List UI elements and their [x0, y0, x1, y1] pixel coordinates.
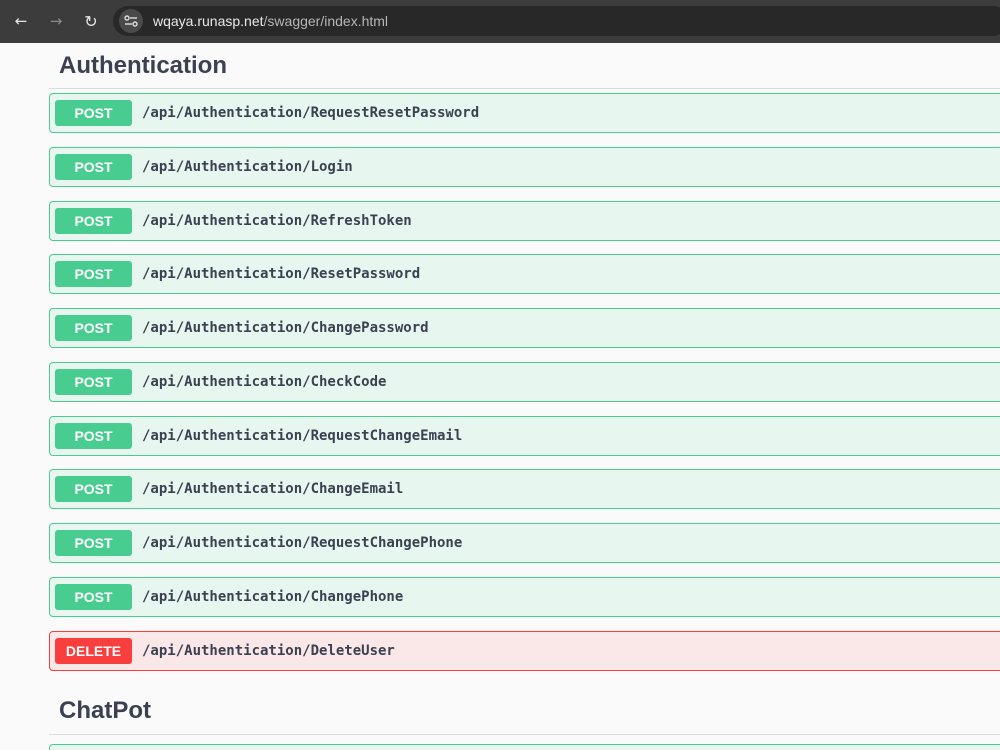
- method-badge: POST: [55, 100, 132, 126]
- method-badge: POST: [55, 423, 132, 449]
- opblock-post-request-change-phone[interactable]: POST /api/Authentication/RequestChangePh…: [49, 523, 1000, 563]
- url-path: /swagger/index.html: [263, 13, 389, 29]
- opblock-delete-delete-user[interactable]: DELETE /api/Authentication/DeleteUser: [49, 631, 1000, 671]
- back-button[interactable]: ←: [9, 9, 33, 33]
- operation-path: /api/Authentication/ResetPassword: [142, 266, 421, 282]
- opblock-post-reset-password[interactable]: POST /api/Authentication/ResetPassword: [49, 254, 1000, 294]
- operation-path: /api/Authentication/RequestResetPassword: [142, 105, 480, 121]
- reload-button[interactable]: ↻: [79, 9, 103, 33]
- opblock-post-change-email[interactable]: POST /api/Authentication/ChangeEmail: [49, 469, 1000, 509]
- opblock-post-check-code[interactable]: POST /api/Authentication/CheckCode: [49, 362, 1000, 402]
- tag-section-chatpot[interactable]: ChatPot: [49, 689, 1000, 735]
- forward-button[interactable]: →: [44, 9, 68, 33]
- operation-path: /api/Authentication/ChangePhone: [142, 589, 404, 605]
- operation-path: /api/Authentication/ChangeEmail: [142, 481, 404, 497]
- method-badge: POST: [55, 476, 132, 502]
- method-badge: POST: [55, 584, 132, 610]
- opblock-post-refresh-token[interactable]: POST /api/Authentication/RefreshToken: [49, 201, 1000, 241]
- tag-title: Authentication: [59, 52, 227, 79]
- swagger-ui: Authentication POST /api/Authentication/…: [0, 43, 1000, 750]
- tag-title: ChatPot: [59, 697, 151, 724]
- opblock-post-change-password[interactable]: POST /api/Authentication/ChangePassword: [49, 308, 1000, 348]
- operation-path: /api/Authentication/CheckCode: [142, 374, 387, 390]
- arrow-right-icon: →: [49, 12, 63, 30]
- operation-path: /api/Authentication/DeleteUser: [142, 643, 395, 659]
- tune-icon: [124, 15, 138, 27]
- method-badge: POST: [55, 315, 132, 341]
- opblock-post-request-change-email[interactable]: POST /api/Authentication/RequestChangeEm…: [49, 416, 1000, 456]
- method-badge: DELETE: [55, 638, 132, 664]
- address-bar[interactable]: wqaya.runasp.net/swagger/index.html: [113, 6, 1000, 36]
- arrow-left-icon: ←: [14, 12, 28, 30]
- operation-path: /api/Authentication/ChangePassword: [142, 320, 429, 336]
- method-badge: POST: [55, 154, 132, 180]
- method-badge: POST: [55, 208, 132, 234]
- operation-path: /api/Authentication/Login: [142, 159, 353, 175]
- url-text[interactable]: wqaya.runasp.net/swagger/index.html: [153, 13, 388, 29]
- operation-path: /api/Authentication/RefreshToken: [142, 213, 412, 229]
- url-host: wqaya.runasp.net: [153, 13, 264, 29]
- opblock-post-request-reset-password[interactable]: POST /api/Authentication/RequestResetPas…: [49, 93, 1000, 133]
- opblock-post-login[interactable]: POST /api/Authentication/Login: [49, 147, 1000, 187]
- operation-path: /api/Authentication/RequestChangeEmail: [142, 428, 463, 444]
- method-badge: POST: [55, 261, 132, 287]
- reload-icon: ↻: [84, 11, 98, 31]
- browser-toolbar: ← → ↻ wqaya.runasp.net/swagger/index.htm…: [0, 0, 1000, 43]
- operation-path: /api/Authentication/RequestChangePhone: [142, 535, 463, 551]
- site-info-button[interactable]: [119, 9, 143, 33]
- tag-section-authentication[interactable]: Authentication: [49, 43, 1000, 89]
- method-badge: POST: [55, 530, 132, 556]
- opblock-post-change-phone[interactable]: POST /api/Authentication/ChangePhone: [49, 577, 1000, 617]
- method-badge: POST: [55, 369, 132, 395]
- opblock-post-partial[interactable]: [49, 744, 1000, 750]
